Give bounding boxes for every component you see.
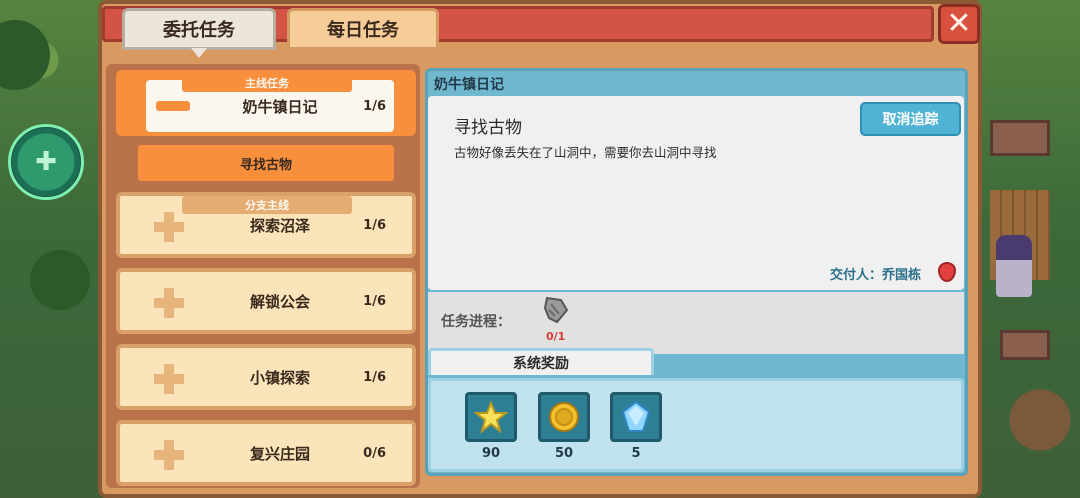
reward-tab-label: 系统奖励: [513, 356, 569, 372]
expand-plus-icon: [154, 440, 184, 470]
quest-count: 1/6: [363, 217, 386, 233]
quest-count: 0/6: [363, 445, 386, 461]
gold-coin-icon: [549, 402, 579, 432]
gamepad-icon: ✚: [35, 147, 57, 177]
close-button[interactable]: ✕: [938, 4, 980, 44]
reward-qty: 5: [631, 446, 641, 461]
collapse-icon: [156, 101, 190, 111]
tab-label: 委托任务: [163, 20, 235, 41]
rock: [990, 120, 1050, 156]
quest-name: 解锁公会: [249, 292, 310, 311]
tab-label: 每日任务: [327, 20, 399, 41]
expand-plus-icon: [154, 364, 184, 394]
sub-quest-name: 寻找古物: [239, 157, 292, 173]
expand-plus-icon: [154, 288, 184, 318]
progress-label: 任务进程：: [441, 314, 511, 330]
reward-item-coin[interactable]: [538, 392, 590, 442]
star-icon: [474, 400, 508, 434]
tab-daily-tasks[interactable]: 每日任务: [287, 8, 439, 50]
quest-count: 1/6: [363, 369, 386, 385]
quest-name: 小镇探索: [249, 368, 310, 387]
quest-card-branch[interactable]: 小镇探索 1/6: [116, 344, 416, 410]
reward-qty: 90: [481, 446, 501, 461]
quest-name: 复兴庄园: [249, 444, 310, 463]
tab-commission-tasks[interactable]: 委托任务: [122, 8, 276, 50]
reward-item-gem[interactable]: [610, 392, 662, 442]
progress-count: 0/1: [546, 330, 566, 343]
cancel-tracking-button[interactable]: 取消追踪: [860, 102, 961, 136]
reward-qty: 50: [554, 446, 574, 461]
quest-giver: 交付人：乔国栋: [830, 268, 922, 283]
detail-header: 奶牛镇日记: [434, 77, 504, 93]
tree: [30, 250, 90, 310]
npc-character[interactable]: [996, 235, 1032, 297]
category-label-branch: 分支主线: [182, 196, 352, 214]
cancel-tracking-label: 取消追踪: [882, 112, 939, 128]
task-description: 古物好像丢失在了山洞中，需要你去山洞中寻找: [454, 145, 717, 160]
close-icon: ✕: [946, 6, 972, 41]
sub-quest-item-selected[interactable]: 寻找古物: [138, 145, 394, 181]
quest-count: 1/6: [363, 98, 386, 114]
rock: [1000, 330, 1050, 360]
blue-gem-icon: [621, 400, 651, 432]
action-joystick-button[interactable]: ✚: [8, 124, 84, 200]
quest-card-branch[interactable]: 复兴庄园 0/6: [116, 420, 416, 486]
quest-card-branch[interactable]: 解锁公会 1/6: [116, 268, 416, 334]
tree: [0, 20, 50, 90]
category-label-main: 主线任务: [182, 74, 352, 92]
stone-fragment-icon: [543, 296, 569, 324]
quest-count: 1/6: [363, 293, 386, 309]
expand-plus-icon: [154, 212, 184, 242]
reward-tab: 系统奖励: [428, 348, 654, 375]
task-name: 寻找古物: [454, 118, 522, 138]
reward-item-star[interactable]: [465, 392, 517, 442]
